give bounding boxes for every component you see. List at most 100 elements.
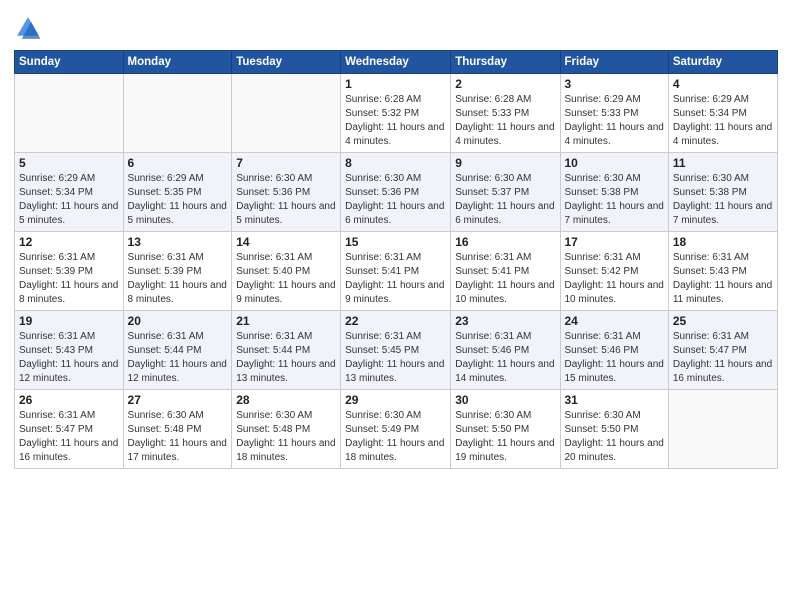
logo bbox=[14, 14, 46, 42]
day-number: 20 bbox=[128, 314, 228, 328]
day-number: 26 bbox=[19, 393, 119, 407]
day-info: Sunrise: 6:29 AM Sunset: 5:34 PM Dayligh… bbox=[19, 172, 119, 228]
day-number: 3 bbox=[565, 77, 664, 91]
day-number: 30 bbox=[455, 393, 555, 407]
calendar-cell: 18Sunrise: 6:31 AM Sunset: 5:43 PM Dayli… bbox=[668, 232, 777, 311]
calendar-cell: 6 Sunrise: 6:29 AM Sunset: 5:35 PM Daylig… bbox=[123, 153, 232, 232]
calendar-cell bbox=[123, 74, 232, 153]
weekday-sunday: Sunday bbox=[15, 51, 124, 74]
day-number: 15 bbox=[345, 235, 446, 249]
day-info: Sunrise: 6:30 AM Sunset: 5:38 PM Dayligh… bbox=[673, 172, 773, 228]
calendar-cell: 23Sunrise: 6:31 AM Sunset: 5:46 PM Dayli… bbox=[451, 311, 560, 390]
calendar-cell: 12 Sunrise: 6:31 AM Sunset: 5:39 PM Dayli… bbox=[15, 232, 124, 311]
day-info: Sunrise: 6:31 AM Sunset: 5:39 PM Dayligh… bbox=[19, 251, 119, 307]
calendar-cell: 26 Sunrise: 6:31 AM Sunset: 5:47 PM Dayli… bbox=[15, 390, 124, 469]
day-info: Sunrise: 6:30 AM Sunset: 5:50 PM Dayligh… bbox=[565, 409, 664, 465]
day-number: 4 bbox=[673, 77, 773, 91]
day-number: 6 bbox=[128, 156, 228, 170]
day-number: 25 bbox=[673, 314, 773, 328]
day-number: 7 bbox=[236, 156, 336, 170]
calendar-cell: 28 Sunrise: 6:30 AM Sunset: 5:48 PM Dayli… bbox=[232, 390, 341, 469]
day-info: Sunrise: 6:31 AM Sunset: 5:47 PM Dayligh… bbox=[673, 330, 773, 386]
day-number: 13 bbox=[128, 235, 228, 249]
day-info: Sunrise: 6:30 AM Sunset: 5:37 PM Dayligh… bbox=[455, 172, 555, 228]
week-row-4: 26 Sunrise: 6:31 AM Sunset: 5:47 PM Dayli… bbox=[15, 390, 778, 469]
day-info: Sunrise: 6:28 AM Sunset: 5:33 PM Dayligh… bbox=[455, 93, 555, 149]
calendar-cell: 15 Sunrise: 6:31 AM Sunset: 5:41 PM Dayli… bbox=[341, 232, 451, 311]
day-info: Sunrise: 6:31 AM Sunset: 5:46 PM Dayligh… bbox=[455, 330, 555, 386]
calendar-cell: 5 Sunrise: 6:29 AM Sunset: 5:34 PM Daylig… bbox=[15, 153, 124, 232]
day-number: 10 bbox=[565, 156, 664, 170]
day-number: 21 bbox=[236, 314, 336, 328]
weekday-friday: Friday bbox=[560, 51, 668, 74]
calendar-cell: 2 Sunrise: 6:28 AM Sunset: 5:33 PM Daylig… bbox=[451, 74, 560, 153]
day-info: Sunrise: 6:31 AM Sunset: 5:46 PM Dayligh… bbox=[565, 330, 664, 386]
day-info: Sunrise: 6:31 AM Sunset: 5:47 PM Dayligh… bbox=[19, 409, 119, 465]
day-info: Sunrise: 6:30 AM Sunset: 5:38 PM Dayligh… bbox=[565, 172, 664, 228]
calendar-cell: 8 Sunrise: 6:30 AM Sunset: 5:36 PM Daylig… bbox=[341, 153, 451, 232]
day-info: Sunrise: 6:31 AM Sunset: 5:43 PM Dayligh… bbox=[673, 251, 773, 307]
day-info: Sunrise: 6:31 AM Sunset: 5:44 PM Dayligh… bbox=[128, 330, 228, 386]
weekday-tuesday: Tuesday bbox=[232, 51, 341, 74]
day-info: Sunrise: 6:30 AM Sunset: 5:48 PM Dayligh… bbox=[236, 409, 336, 465]
day-number: 5 bbox=[19, 156, 119, 170]
weekday-saturday: Saturday bbox=[668, 51, 777, 74]
day-info: Sunrise: 6:31 AM Sunset: 5:42 PM Dayligh… bbox=[565, 251, 664, 307]
day-info: Sunrise: 6:30 AM Sunset: 5:50 PM Dayligh… bbox=[455, 409, 555, 465]
day-info: Sunrise: 6:30 AM Sunset: 5:49 PM Dayligh… bbox=[345, 409, 446, 465]
weekday-wednesday: Wednesday bbox=[341, 51, 451, 74]
week-row-1: 5 Sunrise: 6:29 AM Sunset: 5:34 PM Daylig… bbox=[15, 153, 778, 232]
calendar-cell: 10 Sunrise: 6:30 AM Sunset: 5:38 PM Dayli… bbox=[560, 153, 668, 232]
day-number: 19 bbox=[19, 314, 119, 328]
day-number: 22 bbox=[345, 314, 446, 328]
calendar-cell: 1 Sunrise: 6:28 AM Sunset: 5:32 PM Daylig… bbox=[341, 74, 451, 153]
calendar-cell: 7 Sunrise: 6:30 AM Sunset: 5:36 PM Daylig… bbox=[232, 153, 341, 232]
day-info: Sunrise: 6:31 AM Sunset: 5:39 PM Dayligh… bbox=[128, 251, 228, 307]
day-number: 2 bbox=[455, 77, 555, 91]
calendar-cell: 9 Sunrise: 6:30 AM Sunset: 5:37 PM Daylig… bbox=[451, 153, 560, 232]
weekday-header-row: SundayMondayTuesdayWednesdayThursdayFrid… bbox=[15, 51, 778, 74]
calendar-cell: 22Sunrise: 6:31 AM Sunset: 5:45 PM Dayli… bbox=[341, 311, 451, 390]
calendar-cell: 30 Sunrise: 6:30 AM Sunset: 5:50 PM Dayli… bbox=[451, 390, 560, 469]
day-info: Sunrise: 6:28 AM Sunset: 5:32 PM Dayligh… bbox=[345, 93, 446, 149]
day-number: 8 bbox=[345, 156, 446, 170]
week-row-0: 1 Sunrise: 6:28 AM Sunset: 5:32 PM Daylig… bbox=[15, 74, 778, 153]
day-info: Sunrise: 6:29 AM Sunset: 5:35 PM Dayligh… bbox=[128, 172, 228, 228]
calendar-cell: 21Sunrise: 6:31 AM Sunset: 5:44 PM Dayli… bbox=[232, 311, 341, 390]
calendar-cell: 16 Sunrise: 6:31 AM Sunset: 5:41 PM Dayli… bbox=[451, 232, 560, 311]
calendar-cell: 24Sunrise: 6:31 AM Sunset: 5:46 PM Dayli… bbox=[560, 311, 668, 390]
day-number: 12 bbox=[19, 235, 119, 249]
calendar-cell: 29 Sunrise: 6:30 AM Sunset: 5:49 PM Dayli… bbox=[341, 390, 451, 469]
calendar-cell: 19 Sunrise: 6:31 AM Sunset: 5:43 PM Dayli… bbox=[15, 311, 124, 390]
calendar-cell: 17Sunrise: 6:31 AM Sunset: 5:42 PM Dayli… bbox=[560, 232, 668, 311]
day-number: 9 bbox=[455, 156, 555, 170]
logo-icon bbox=[14, 14, 42, 42]
page: SundayMondayTuesdayWednesdayThursdayFrid… bbox=[0, 0, 792, 612]
day-info: Sunrise: 6:31 AM Sunset: 5:43 PM Dayligh… bbox=[19, 330, 119, 386]
day-info: Sunrise: 6:30 AM Sunset: 5:36 PM Dayligh… bbox=[345, 172, 446, 228]
calendar-cell: 13 Sunrise: 6:31 AM Sunset: 5:39 PM Dayli… bbox=[123, 232, 232, 311]
weekday-monday: Monday bbox=[123, 51, 232, 74]
day-number: 1 bbox=[345, 77, 446, 91]
calendar-cell bbox=[232, 74, 341, 153]
day-info: Sunrise: 6:31 AM Sunset: 5:40 PM Dayligh… bbox=[236, 251, 336, 307]
calendar-cell: 4Sunrise: 6:29 AM Sunset: 5:34 PM Daylig… bbox=[668, 74, 777, 153]
day-info: Sunrise: 6:31 AM Sunset: 5:41 PM Dayligh… bbox=[455, 251, 555, 307]
day-number: 16 bbox=[455, 235, 555, 249]
calendar-cell: 11 Sunrise: 6:30 AM Sunset: 5:38 PM Dayli… bbox=[668, 153, 777, 232]
day-info: Sunrise: 6:31 AM Sunset: 5:41 PM Dayligh… bbox=[345, 251, 446, 307]
calendar-cell: 3Sunrise: 6:29 AM Sunset: 5:33 PM Daylig… bbox=[560, 74, 668, 153]
calendar-cell: 31Sunrise: 6:30 AM Sunset: 5:50 PM Dayli… bbox=[560, 390, 668, 469]
day-number: 29 bbox=[345, 393, 446, 407]
header bbox=[14, 10, 778, 42]
day-number: 28 bbox=[236, 393, 336, 407]
calendar-cell bbox=[15, 74, 124, 153]
day-info: Sunrise: 6:30 AM Sunset: 5:36 PM Dayligh… bbox=[236, 172, 336, 228]
day-number: 14 bbox=[236, 235, 336, 249]
calendar-cell: 27Sunrise: 6:30 AM Sunset: 5:48 PM Dayli… bbox=[123, 390, 232, 469]
calendar-cell: 14 Sunrise: 6:31 AM Sunset: 5:40 PM Dayli… bbox=[232, 232, 341, 311]
week-row-3: 19 Sunrise: 6:31 AM Sunset: 5:43 PM Dayli… bbox=[15, 311, 778, 390]
day-number: 11 bbox=[673, 156, 773, 170]
weekday-thursday: Thursday bbox=[451, 51, 560, 74]
week-row-2: 12 Sunrise: 6:31 AM Sunset: 5:39 PM Dayli… bbox=[15, 232, 778, 311]
